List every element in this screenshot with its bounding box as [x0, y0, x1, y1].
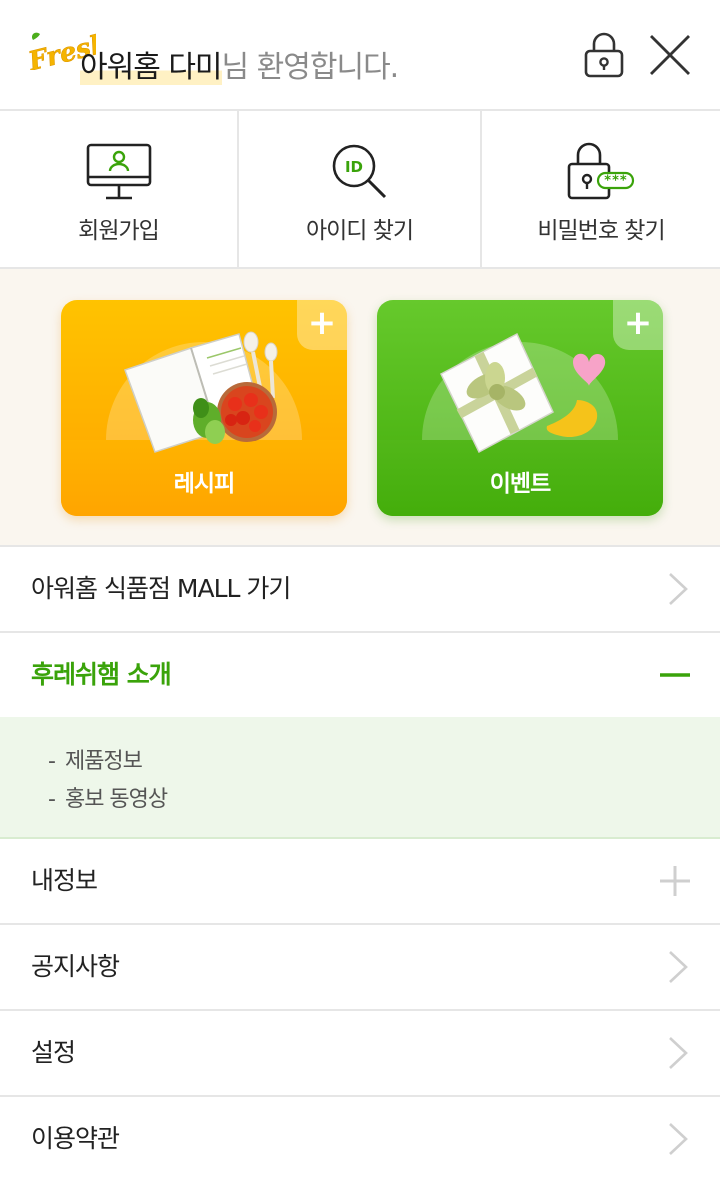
find-password-label: 비밀번호 찾기 — [537, 218, 665, 244]
recipe-plus-icon[interactable]: + — [297, 300, 347, 350]
user-name: 아워홈 다미 — [80, 50, 223, 85]
monitor-user-icon — [86, 143, 151, 200]
minus-icon — [660, 673, 690, 677]
chevron-right-icon — [669, 573, 688, 605]
menu-item-intro-label: 후레쉬햄 소개 — [31, 660, 172, 689]
submenu-item-promo-video-label: 홍보 동영상 — [64, 787, 168, 812]
menu-item-myinfo[interactable]: 내정보 — [0, 839, 720, 925]
menu-item-notice-label: 공지사항 — [31, 952, 120, 981]
close-icon[interactable] — [648, 33, 692, 77]
event-banner[interactable]: + 이벤트 — [377, 300, 663, 516]
signup-button[interactable]: 회원가입 — [0, 111, 239, 267]
event-label: 이벤트 — [489, 471, 551, 497]
find-id-label: 아이디 찾기 — [305, 218, 414, 244]
event-plus-icon[interactable]: + — [613, 300, 663, 350]
menu-item-mall-label: 아워홈 식품점 MALL 가기 — [31, 574, 291, 603]
submenu-item-product-info[interactable]: - 제품정보 — [48, 743, 143, 775]
chevron-right-icon — [669, 1037, 688, 1069]
menu-item-notice[interactable]: 공지사항 — [0, 925, 720, 1011]
chevron-right-icon — [669, 951, 688, 983]
quick-menu: 회원가입 ID 아이디 찾기 *** 비밀번호 찾기 — [0, 111, 720, 269]
submenu-item-promo-video[interactable]: - 홍보 동영상 — [48, 781, 168, 813]
lock-icon[interactable] — [584, 32, 624, 78]
lock-password-icon: *** — [567, 142, 635, 200]
intro-submenu: - 제품정보 - 홍보 동영상 — [0, 717, 720, 839]
menu-item-myinfo-label: 내정보 — [31, 866, 98, 895]
welcome-message: 아워홈 다미님 환영합니다. — [80, 42, 400, 86]
menu-item-intro[interactable]: 후레쉬햄 소개 — [0, 633, 720, 719]
id-search-icon: ID — [332, 144, 386, 199]
recipe-banner[interactable]: + 레시피 — [61, 300, 347, 516]
menu-item-mall[interactable]: 아워홈 식품점 MALL 가기 — [0, 547, 720, 633]
menu-item-settings[interactable]: 설정 — [0, 1011, 720, 1097]
app-header: Fresh 아워홈 다미님 환영합니다. — [0, 0, 720, 111]
svg-text:***: *** — [604, 174, 628, 189]
find-password-button[interactable]: *** 비밀번호 찾기 — [482, 111, 720, 267]
submenu-item-product-info-label: 제품정보 — [64, 749, 143, 774]
banner-area: + 레시피 + 이벤트 — [0, 269, 720, 547]
menu-item-terms[interactable]: 이용약관 — [0, 1097, 720, 1182]
signup-label: 회원가입 — [78, 218, 160, 244]
chevron-right-icon — [669, 1123, 688, 1155]
menu-item-settings-label: 설정 — [31, 1038, 76, 1067]
find-id-button[interactable]: ID 아이디 찾기 — [239, 111, 482, 267]
greeting-suffix: 님 환영합니다. — [221, 50, 400, 85]
recipe-label: 레시피 — [173, 471, 235, 497]
svg-text:ID: ID — [344, 158, 362, 176]
menu-item-terms-label: 이용약관 — [31, 1124, 120, 1153]
plus-icon — [660, 866, 690, 896]
